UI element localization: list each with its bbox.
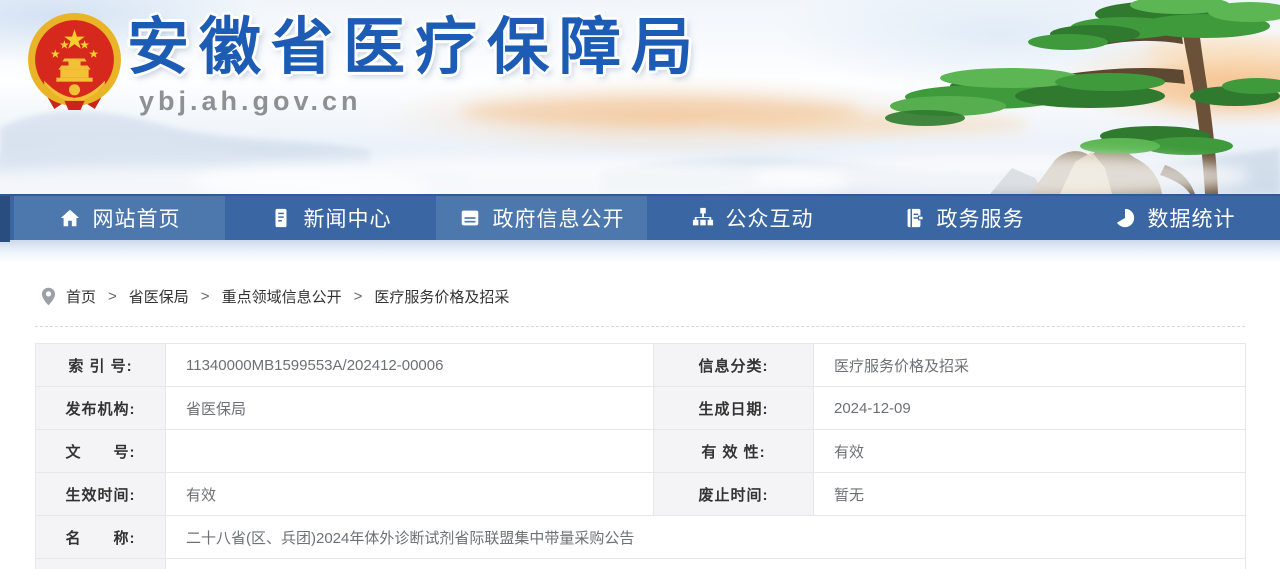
site-url: ybj.ah.gov.cn <box>139 86 703 117</box>
breadcrumb-separator: > <box>201 288 210 305</box>
site-header: 安徽省医疗保障局 ybj.ah.gov.cn <box>0 0 1280 194</box>
home-icon <box>59 207 81 229</box>
nav-item-gov-info[interactable]: 政府信息公开 <box>436 196 647 240</box>
table-row-partial <box>36 559 1246 569</box>
publisher-label: 发布机构: <box>36 387 166 430</box>
breadcrumb-bureau[interactable]: 省医保局 <box>129 286 189 307</box>
title-label: 名 称: <box>36 516 166 559</box>
content-card: 首页 > 省医保局 > 重点领域信息公开 > 医疗服务价格及招采 索 引 号: … <box>35 262 1245 569</box>
table-row: 文 号: 有 效 性: 有效 <box>36 430 1246 473</box>
abolish-time-label: 废止时间: <box>654 473 814 516</box>
nav-item-gov-services[interactable]: 政务服务 <box>858 196 1069 240</box>
news-icon <box>270 207 292 229</box>
nav-item-home[interactable]: 网站首页 <box>14 196 225 240</box>
main-nav: 网站首页 新闻中心 政府信息公开 公众互动 <box>0 194 1280 240</box>
info-category-label: 信息分类: <box>654 344 814 387</box>
partial-row-value-cell <box>166 559 1246 569</box>
site-logo-link[interactable]: 安徽省医疗保障局 ybj.ah.gov.cn <box>24 12 703 117</box>
validity-value: 有效 <box>814 430 1246 473</box>
breadcrumb-home[interactable]: 首页 <box>66 286 96 307</box>
table-row: 发布机构: 省医保局 生成日期: 2024-12-09 <box>36 387 1246 430</box>
partial-row-label-cell <box>36 559 166 569</box>
table-row: 名 称: 二十八省(区、兵团)2024年体外诊断试剂省际联盟集中带量采购公告 <box>36 516 1246 559</box>
title-value: 二十八省(区、兵团)2024年体外诊断试剂省际联盟集中带量采购公告 <box>166 516 1246 559</box>
index-number-label: 索 引 号: <box>36 344 166 387</box>
info-category-value: 医疗服务价格及招采 <box>814 344 1246 387</box>
breadcrumb-separator: > <box>108 288 117 305</box>
info-disclosure-icon <box>459 207 481 229</box>
nav-item-public-interaction[interactable]: 公众互动 <box>647 196 858 240</box>
index-number-value: 11340000MB1599553A/202412-00006 <box>166 344 654 387</box>
effective-time-label: 生效时间: <box>36 473 166 516</box>
breadcrumb: 首页 > 省医保局 > 重点领域信息公开 > 医疗服务价格及招采 <box>35 262 1245 327</box>
breadcrumb-separator: > <box>354 288 363 305</box>
issue-date-label: 生成日期: <box>654 387 814 430</box>
header-fade-band <box>0 240 1280 262</box>
table-row: 生效时间: 有效 废止时间: 暂无 <box>36 473 1246 516</box>
site-title: 安徽省医疗保障局 <box>127 16 703 80</box>
china-national-emblem-icon <box>24 12 125 113</box>
info-table: 索 引 号: 11340000MB1599553A/202412-00006 信… <box>35 343 1246 569</box>
sitemap-icon <box>692 207 714 229</box>
validity-label: 有 效 性: <box>654 430 814 473</box>
service-book-icon <box>903 207 925 229</box>
doc-number-value <box>166 430 654 473</box>
location-pin-icon <box>41 287 56 306</box>
nav-item-statistics[interactable]: 数据统计 <box>1069 196 1280 240</box>
nav-item-news[interactable]: 新闻中心 <box>225 196 436 240</box>
effective-time-value: 有效 <box>166 473 654 516</box>
breadcrumb-key-info[interactable]: 重点领域信息公开 <box>222 286 342 307</box>
publisher-value: 省医保局 <box>166 387 654 430</box>
pie-chart-icon <box>1114 207 1136 229</box>
abolish-time-value: 暂无 <box>814 473 1246 516</box>
breadcrumb-current: 医疗服务价格及招采 <box>374 286 509 307</box>
issue-date-value: 2024-12-09 <box>814 387 1246 430</box>
doc-number-label: 文 号: <box>36 430 166 473</box>
table-row: 索 引 号: 11340000MB1599553A/202412-00006 信… <box>36 344 1246 387</box>
